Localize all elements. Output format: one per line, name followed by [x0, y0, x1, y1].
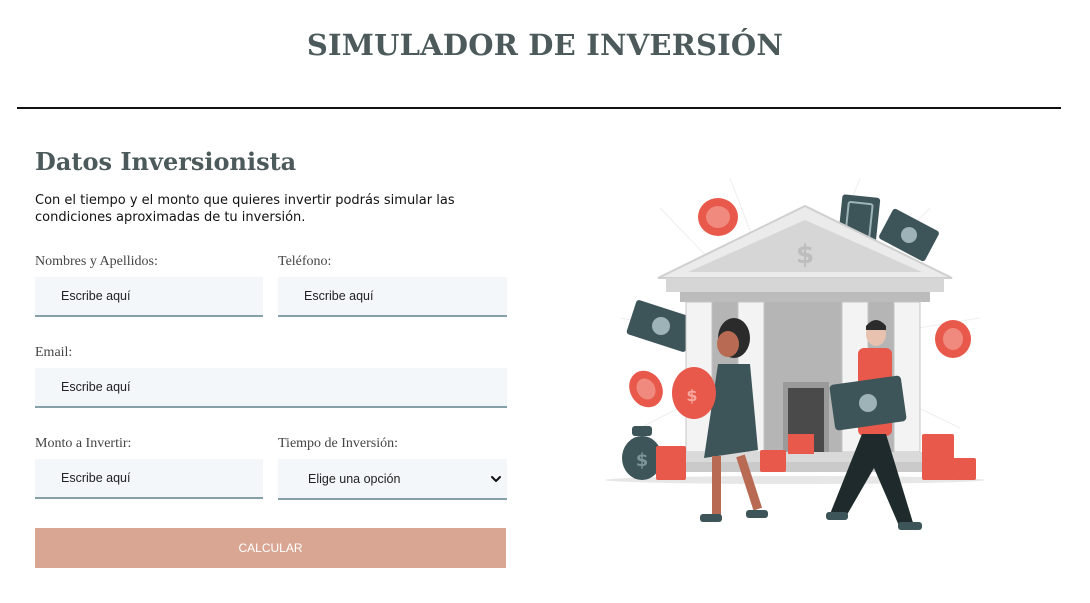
intro-text: Con el tiempo y el monto que quieres inv… [35, 193, 455, 225]
calcular-button[interactable]: CALCULAR [35, 528, 506, 568]
page-title: SIMULADOR DE INVERSIÓN [306, 28, 784, 62]
monto-input[interactable] [35, 459, 263, 499]
chevron-down-icon [491, 476, 501, 482]
section-title: Datos Inversionista [35, 147, 297, 176]
svg-text:$: $ [796, 240, 814, 270]
svg-text:$: $ [636, 450, 649, 471]
nombres-label: Nombres y Apellidos: [35, 254, 158, 269]
tiempo-select-value: Elige una opción [308, 471, 401, 486]
email-label: Email: [35, 345, 73, 360]
svg-text:$: $ [686, 386, 697, 405]
header-divider [17, 107, 1061, 109]
telefono-label: Teléfono: [278, 254, 332, 269]
telefono-input[interactable] [278, 277, 507, 317]
bank-illustration: $ $ $ [605, 177, 985, 530]
nombres-input[interactable] [35, 277, 263, 317]
monto-label: Monto a Invertir: [35, 436, 132, 451]
email-input[interactable] [35, 368, 507, 408]
tiempo-select[interactable]: Elige una opción [278, 459, 507, 500]
tiempo-label: Tiempo de Inversión: [278, 436, 399, 451]
